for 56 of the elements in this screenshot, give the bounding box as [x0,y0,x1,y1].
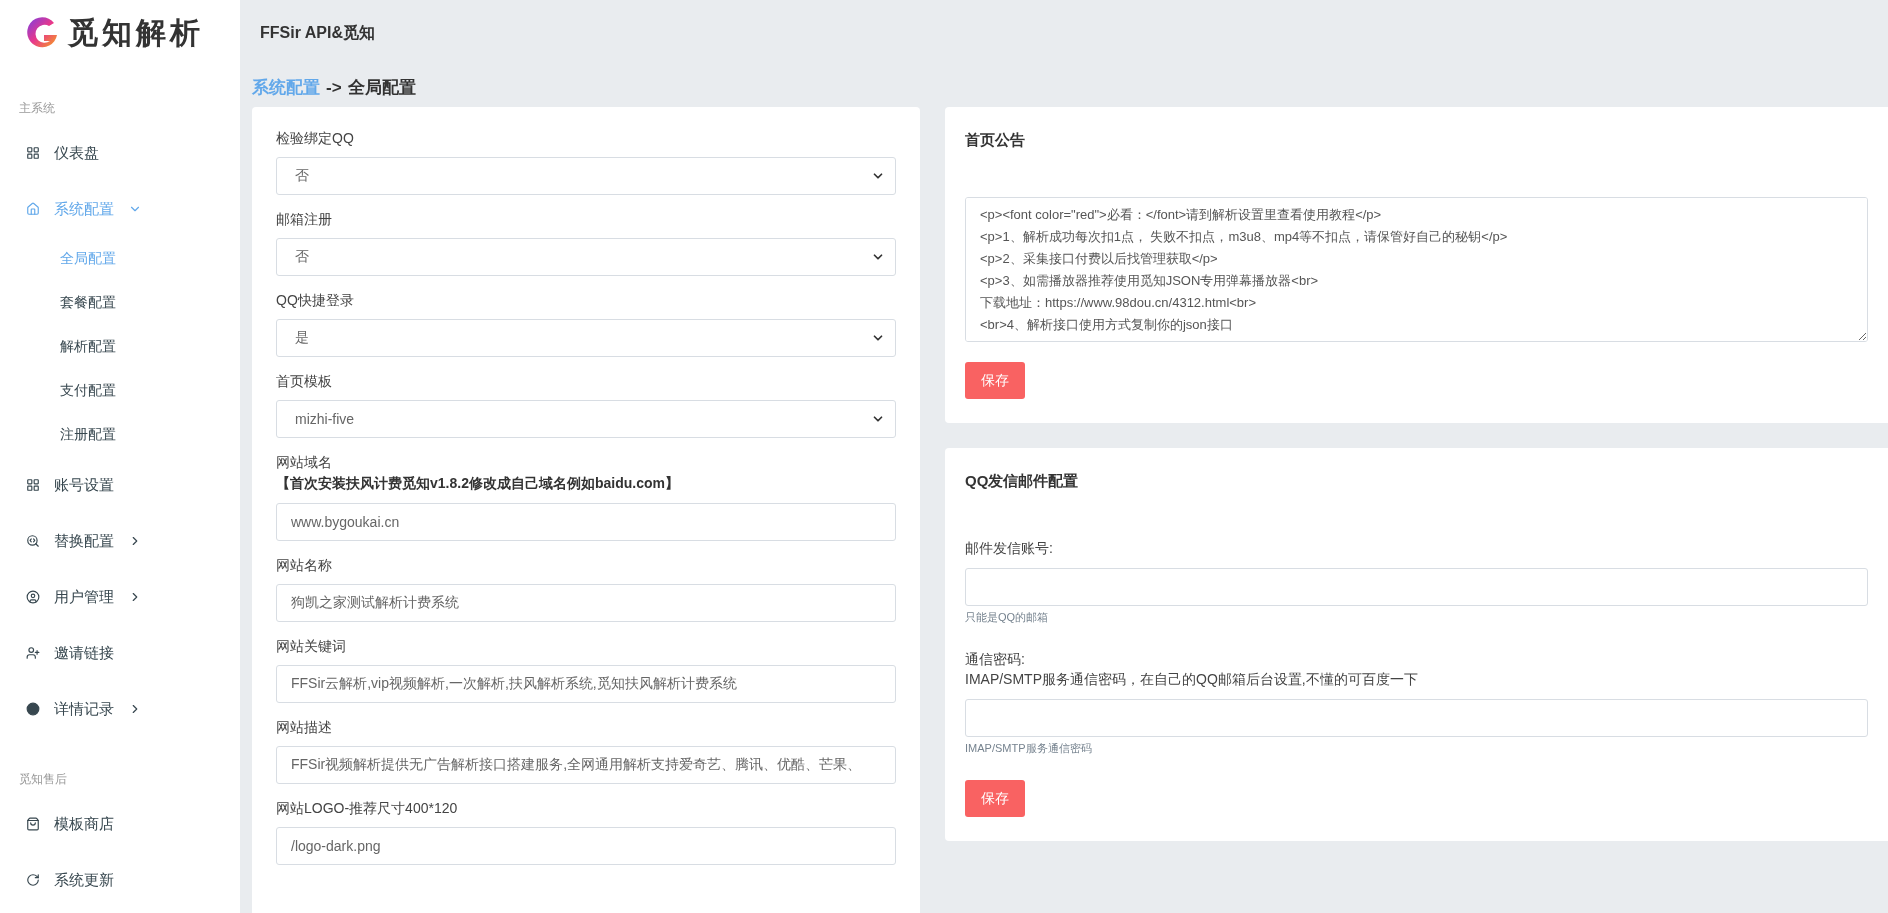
section-label: 觅知售后 [18,771,68,788]
input-field[interactable]: www.bygoukai.cn [276,503,896,541]
submenu-item[interactable]: 套餐配置 [0,281,240,325]
card-title: QQ发信邮件配置 [965,472,1080,491]
field-label: 网站域名 [276,453,333,471]
nav-item[interactable]: 替换配置 [0,513,240,569]
nav-item[interactable]: 模板商店 [0,796,240,852]
grid-icon [26,146,40,160]
input-field[interactable]: FFSir云解析,vip视频解析,一次解析,扶风解析系统,觅知扶风解析计费系统 [276,665,896,703]
nav-item[interactable]: 账号设置 [0,457,240,513]
field-label: 网站关键词 [276,637,347,655]
logo-text: 觅知解析 [68,14,204,51]
user-plus-icon [26,646,40,660]
dot-icon [26,702,40,716]
submenu-item[interactable]: 解析配置 [0,325,240,369]
nav-item[interactable]: 系统更新 [0,852,240,908]
nav-item[interactable]: 仪表盘 [0,125,240,181]
submenu-item[interactable]: 注册配置 [0,413,240,457]
field-label: QQ快捷登录 [276,291,355,309]
select-field[interactable]: 否 [276,238,896,276]
search-icon [26,534,40,548]
field-note: 【首次安装扶风计费觅知v1.8.2修改成自己域名例如baidu.com】 [276,475,680,493]
field-label: 通信密码: [965,650,1026,669]
input-field[interactable] [965,699,1868,737]
field-label: 网站描述 [276,718,333,736]
breadcrumb-separator: -> [326,77,342,98]
notice-textarea[interactable]: <p><font color="red">必看：</font>请到解析设置里查看使用教程</p> <p>1、解析成功每次扣1点， 失败不扣点，m3u8、mp4等不扣点，请保管好自己的秘钥</p> <p>2、采集接口付费以后找管理获取</p> <p>3、如需播放器推荐使用觅知JSON专用弹幕播放器<br> 下载地址：https://www.98dou.cn/4312.html<br> <br>4、解析接口使用方式复制你的json接口 [965,197,1868,342]
nav-item[interactable]: 用户管理 [0,569,240,625]
nav-item[interactable]: 详情记录 [0,681,240,737]
breadcrumb-current: 全局配置 [347,77,416,99]
select-field[interactable]: 否 [276,157,896,195]
nav-item[interactable]: 邀请链接 [0,625,240,681]
input-field[interactable]: FFSir视频解析提供无广告解析接口搭建服务,全网通用解析支持爱奇艺、腾讯、优酷、芒果、 [276,746,896,784]
header-title: FFSir API&觅知 [260,22,375,43]
input-field[interactable]: /logo-dark.png [276,827,896,865]
home-icon [26,202,40,216]
submenu-item[interactable]: 支付配置 [0,369,240,413]
bag-icon [26,817,40,831]
select-field[interactable]: 是 [276,319,896,357]
field-label: 邮箱注册 [276,210,333,228]
input-field[interactable]: 狗凯之家测试解析计费系统 [276,584,896,622]
input-field[interactable] [965,568,1868,606]
select-field[interactable]: mizhi-five [276,400,896,438]
user-icon [26,590,40,604]
card-title: 首页公告 [965,131,1026,150]
field-label: 检验绑定QQ [276,129,355,147]
field-note: IMAP/SMTP服务通信密码，在自己的QQ邮箱后台设置,不懂的可百度一下 [965,670,1419,689]
field-label: 首页模板 [276,372,333,390]
field-label: 网站名称 [276,556,333,574]
refresh-icon [26,873,40,887]
help-text: IMAP/SMTP服务通信密码 [965,741,1093,756]
field-label: 邮件发信账号: [965,539,1054,558]
help-text: 只能是QQ的邮箱 [965,610,1050,625]
grid-icon [26,478,40,492]
section-label: 主系统 [18,100,56,117]
field-label: 网站LOGO-推荐尺寸400*120 [276,799,459,817]
